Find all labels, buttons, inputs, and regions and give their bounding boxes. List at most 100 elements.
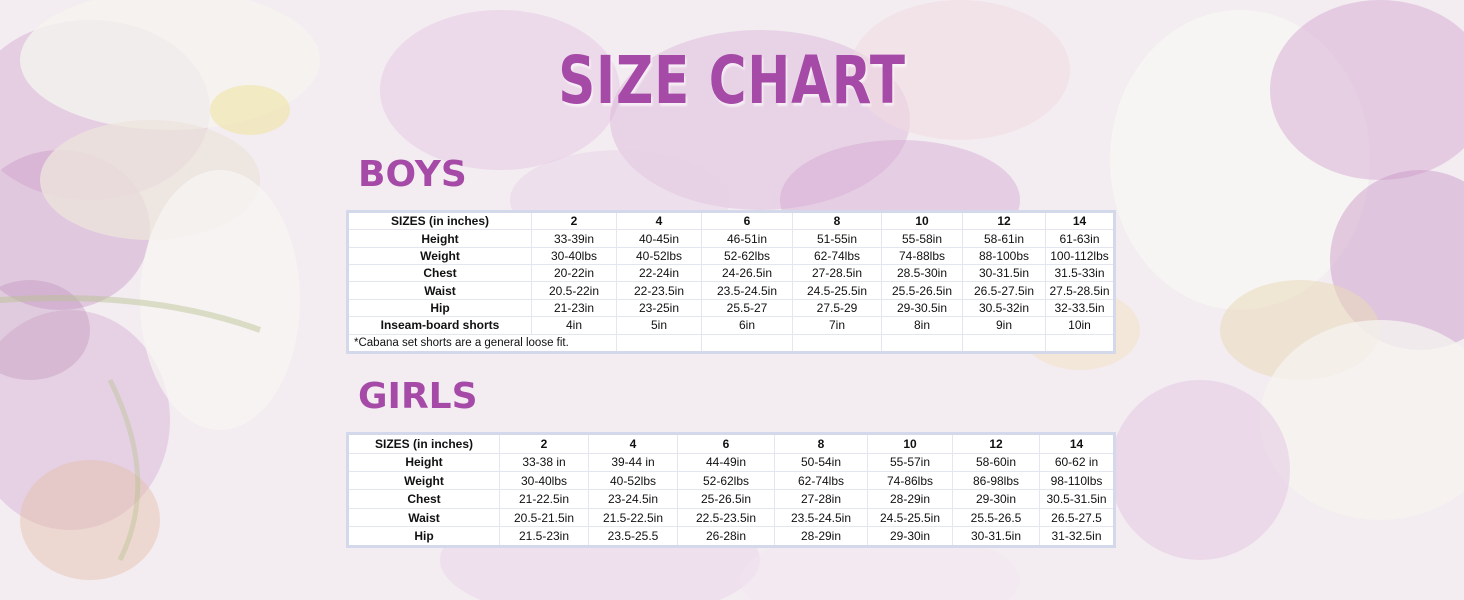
table-cell: 27.5-28.5in — [1045, 281, 1115, 300]
empty-cell — [881, 333, 963, 354]
table-cell: 23-25in — [616, 298, 702, 318]
table-cell: 24.5-25.5in — [792, 281, 882, 300]
empty-cell — [962, 333, 1046, 354]
row-label: Chest — [347, 489, 500, 509]
table-row: Hip 21.5-23in 23.5-25.5 26-28in 28-29in … — [347, 526, 1115, 547]
table-row: Weight 30-40lbs 40-52lbs 52-62lbs 62-74l… — [347, 246, 1115, 266]
table-cell: 62-74lbs — [774, 470, 868, 491]
table-cell: 23.5-24.5in — [701, 281, 793, 300]
header-cell: SIZES (in inches) — [347, 210, 532, 231]
table-cell: 25-26.5in — [677, 489, 775, 509]
table-cell: 22-24in — [616, 264, 702, 283]
table-row: Chest 20-22in 22-24in 24-26.5in 27-28.5i… — [347, 264, 1115, 283]
girls-heading: GIRLS — [358, 376, 478, 417]
table-cell: 86-98lbs — [952, 470, 1040, 491]
table-cell: 33-39in — [531, 229, 617, 248]
header-cell: 8 — [792, 210, 882, 231]
header-cell: SIZES (in inches) — [347, 433, 500, 454]
row-label: Height — [347, 229, 532, 248]
table-cell: 33-38 in — [499, 452, 589, 473]
header-cell: 10 — [867, 433, 953, 454]
boys-heading: BOYS — [358, 154, 467, 195]
table-cell: 10in — [1045, 316, 1115, 335]
row-label: Waist — [347, 281, 532, 300]
table-cell: 52-62lbs — [677, 470, 775, 491]
table-cell: 29-30.5in — [881, 298, 963, 318]
table-cell: 22.5-23.5in — [677, 507, 775, 528]
table-row: Inseam-board shorts 4in 5in 6in 7in 8in … — [347, 316, 1115, 335]
table-cell: 40-52lbs — [616, 246, 702, 266]
empty-cell — [1045, 333, 1115, 354]
table-cell: 98-110lbs — [1039, 470, 1115, 491]
table-cell: 27-28.5in — [792, 264, 882, 283]
header-cell: 6 — [677, 433, 775, 454]
table-cell: 29-30in — [952, 489, 1040, 509]
table-cell: 28-29in — [774, 526, 868, 547]
table-cell: 21.5-23in — [499, 526, 589, 547]
table-cell: 22-23.5in — [616, 281, 702, 300]
row-label: Chest — [347, 264, 532, 283]
table-cell: 28.5-30in — [881, 264, 963, 283]
table-cell: 20-22in — [531, 264, 617, 283]
header-cell: 8 — [774, 433, 868, 454]
table-row: Waist 20.5-22in 22-23.5in 23.5-24.5in 24… — [347, 281, 1115, 300]
empty-cell — [616, 333, 702, 354]
table-cell: 21-23in — [531, 298, 617, 318]
table-cell: 52-62lbs — [701, 246, 793, 266]
header-cell: 10 — [881, 210, 963, 231]
table-row: Waist 20.5-21.5in 21.5-22.5in 22.5-23.5i… — [347, 507, 1115, 528]
empty-cell — [792, 333, 882, 354]
table-cell: 26.5-27.5in — [962, 281, 1046, 300]
table-cell: 58-60in — [952, 452, 1040, 473]
fit-note: *Cabana set shorts are a general loose f… — [347, 333, 617, 354]
header-cell: 12 — [952, 433, 1040, 454]
table-cell: 29-30in — [867, 526, 953, 547]
table-row: Hip 21-23in 23-25in 25.5-27 27.5-29 29-3… — [347, 298, 1115, 318]
table-note-row: *Cabana set shorts are a general loose f… — [347, 333, 1115, 354]
table-cell: 30.5-31.5in — [1039, 489, 1115, 509]
table-cell: 40-52lbs — [588, 470, 678, 491]
table-cell: 27.5-29 — [792, 298, 882, 318]
header-cell: 4 — [616, 210, 702, 231]
table-cell: 4in — [531, 316, 617, 335]
table-cell: 5in — [616, 316, 702, 335]
table-cell: 30-31.5in — [952, 526, 1040, 547]
table-cell: 28-29in — [867, 489, 953, 509]
table-cell: 25.5-26.5in — [881, 281, 963, 300]
table-cell: 39-44 in — [588, 452, 678, 473]
table-cell: 21.5-22.5in — [588, 507, 678, 528]
header-cell: 12 — [962, 210, 1046, 231]
table-cell: 58-61in — [962, 229, 1046, 248]
table-cell: 44-49in — [677, 452, 775, 473]
empty-cell — [701, 333, 793, 354]
table-cell: 74-86lbs — [867, 470, 953, 491]
table-cell: 88-100bs — [962, 246, 1046, 266]
table-cell: 6in — [701, 316, 793, 335]
table-cell: 30-40lbs — [499, 470, 589, 491]
table-cell: 40-45in — [616, 229, 702, 248]
table-header-row: SIZES (in inches) 2 4 6 8 10 12 14 — [347, 210, 1115, 231]
table-row: Height 33-39in 40-45in 46-51in 51-55in 5… — [347, 229, 1115, 248]
page-title: SIZE CHART — [558, 42, 906, 119]
row-label: Height — [347, 452, 500, 473]
table-cell: 30-40lbs — [531, 246, 617, 266]
table-cell: 55-58in — [881, 229, 963, 248]
row-label: Weight — [347, 246, 532, 266]
table-cell: 24-26.5in — [701, 264, 793, 283]
table-cell: 46-51in — [701, 229, 793, 248]
header-cell: 2 — [499, 433, 589, 454]
table-cell: 30-31.5in — [962, 264, 1046, 283]
girls-size-table: SIZES (in inches) 2 4 6 8 10 12 14 Heigh… — [346, 432, 1116, 548]
table-cell: 23.5-24.5in — [774, 507, 868, 528]
table-cell: 55-57in — [867, 452, 953, 473]
table-row: Weight 30-40lbs 40-52lbs 52-62lbs 62-74l… — [347, 470, 1115, 491]
table-row: Height 33-38 in 39-44 in 44-49in 50-54in… — [347, 452, 1115, 473]
table-cell: 25.5-26.5 — [952, 507, 1040, 528]
table-cell: 31-32.5in — [1039, 526, 1115, 547]
table-cell: 21-22.5in — [499, 489, 589, 509]
table-cell: 8in — [881, 316, 963, 335]
table-cell: 20.5-22in — [531, 281, 617, 300]
table-cell: 74-88lbs — [881, 246, 963, 266]
table-cell: 23.5-25.5 — [588, 526, 678, 547]
table-cell: 60-62 in — [1039, 452, 1115, 473]
